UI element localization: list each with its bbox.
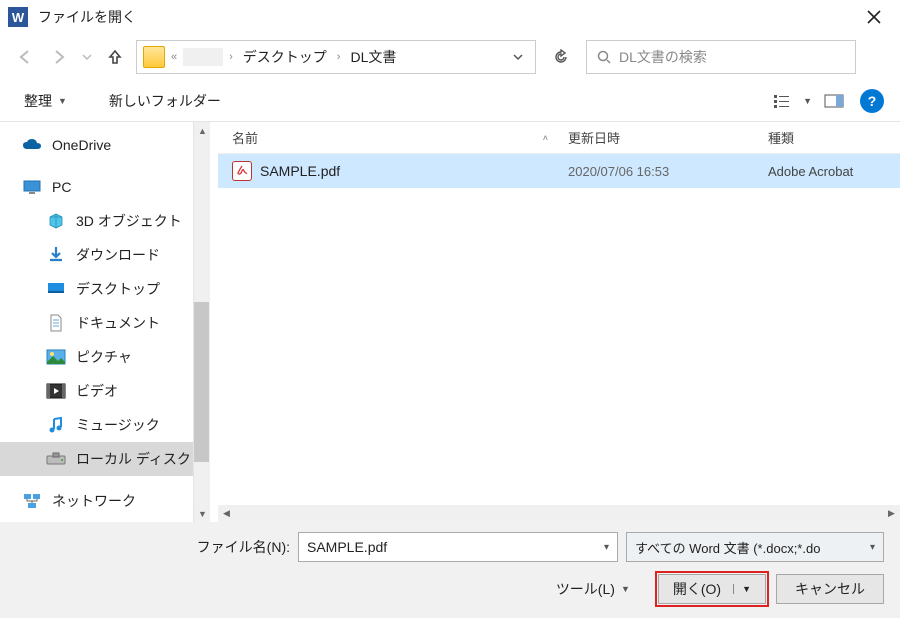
cancel-button[interactable]: キャンセル	[776, 574, 884, 604]
word-app-icon: W	[8, 7, 28, 27]
open-label: 開く(O)	[673, 579, 721, 599]
sidebar-item-label: ネットワーク	[52, 491, 136, 511]
refresh-button[interactable]	[544, 40, 578, 74]
file-name: SAMPLE.pdf	[260, 163, 340, 179]
nav-up-button[interactable]	[102, 44, 128, 70]
horizontal-scrollbar[interactable]: ◀ ▶	[218, 505, 900, 522]
download-icon	[46, 245, 66, 265]
breadcrumb-dropdown[interactable]	[507, 52, 529, 62]
filename-value: SAMPLE.pdf	[307, 539, 387, 555]
help-button[interactable]: ?	[860, 89, 884, 113]
sidebar-item-3d[interactable]: 3D オブジェクト	[0, 204, 210, 238]
scroll-right-icon[interactable]: ▶	[883, 508, 900, 519]
chevron-right-icon: ›	[227, 51, 235, 63]
sidebar-item-pictures[interactable]: ピクチャ	[0, 340, 210, 374]
sidebar-item-label: PC	[52, 179, 71, 195]
sidebar-item-label: ミュージック	[76, 415, 160, 435]
scroll-left-icon[interactable]: ◀	[218, 508, 235, 519]
filetype-value: すべての Word 文書 (*.docx;*.do	[635, 538, 820, 557]
breadcrumb-segment-dl[interactable]: DL文書	[346, 47, 400, 67]
scrollbar-thumb[interactable]	[194, 302, 209, 462]
cancel-label: キャンセル	[795, 579, 865, 599]
column-headers[interactable]: 名前 ˄ 更新日時 種類	[218, 122, 900, 154]
sidebar-item-label: ビデオ	[76, 381, 118, 401]
folder-icon	[143, 46, 165, 68]
breadcrumb[interactable]: « › デスクトップ › DL文書	[136, 40, 536, 74]
column-name[interactable]: 名前 ˄	[218, 128, 568, 147]
document-icon	[46, 313, 66, 333]
search-placeholder: DL文書の検索	[619, 47, 707, 67]
sort-indicator-icon: ˄	[543, 133, 548, 143]
folder-tree: OneDrive PC 3D オブジェクト ダウンロード デスクトップ ドキュメ…	[0, 122, 210, 522]
column-name-label: 名前	[232, 128, 258, 147]
filename-label: ファイル名(N):	[197, 537, 290, 557]
sidebar-item-label: ドキュメント	[76, 313, 160, 333]
nav-back-button[interactable]	[12, 44, 38, 70]
sidebar-item-network[interactable]: ネットワーク	[0, 484, 210, 518]
network-icon	[22, 491, 42, 511]
open-button[interactable]: 開く(O) ▼	[658, 574, 766, 604]
breadcrumb-segment-desktop[interactable]: デスクトップ	[239, 47, 331, 67]
sidebar-item-label: ローカル ディスク (C	[76, 449, 210, 469]
column-type[interactable]: 種類	[758, 128, 900, 147]
column-date[interactable]: 更新日時	[568, 128, 758, 147]
new-folder-button[interactable]: 新しいフォルダー	[101, 87, 229, 115]
chevron-down-icon[interactable]: ▾	[604, 542, 609, 553]
new-folder-label: 新しいフォルダー	[109, 91, 221, 111]
tools-button[interactable]: ツール(L) ▼	[556, 579, 630, 599]
pc-icon	[22, 177, 42, 197]
chevron-right-icon: ›	[335, 51, 343, 63]
file-row[interactable]: SAMPLE.pdf 2020/07/06 16:53 Adobe Acroba…	[218, 154, 900, 188]
search-input[interactable]: DL文書の検索	[586, 40, 856, 74]
sidebar-item-label: ダウンロード	[76, 245, 160, 265]
pdf-icon	[232, 161, 252, 181]
filetype-select[interactable]: すべての Word 文書 (*.docx;*.do ▾	[626, 532, 884, 562]
chevron-down-icon: ▼	[58, 96, 67, 106]
window-title: ファイルを開く	[38, 7, 854, 27]
sidebar-scrollbar[interactable]: ▲ ▼	[193, 122, 210, 522]
sidebar-item-label: OneDrive	[52, 137, 111, 153]
filename-input[interactable]: SAMPLE.pdf ▾	[298, 532, 618, 562]
scroll-up-icon[interactable]: ▲	[194, 122, 210, 139]
organize-button[interactable]: 整理 ▼	[16, 87, 75, 115]
chevron-down-icon: ▼	[803, 96, 812, 106]
tools-label: ツール(L)	[556, 579, 615, 599]
sidebar-item-music[interactable]: ミュージック	[0, 408, 210, 442]
sidebar-item-label: ピクチャ	[76, 347, 132, 367]
video-icon	[46, 381, 66, 401]
sidebar-item-videos[interactable]: ビデオ	[0, 374, 210, 408]
organize-label: 整理	[24, 91, 52, 111]
disk-icon	[46, 449, 66, 469]
breadcrumb-overflow: «	[169, 51, 179, 63]
sidebar-item-pc[interactable]: PC	[0, 170, 210, 204]
sidebar-item-documents[interactable]: ドキュメント	[0, 306, 210, 340]
file-type: Adobe Acrobat	[758, 164, 900, 179]
chevron-down-icon: ▼	[621, 584, 630, 594]
nav-recent-dropdown[interactable]	[80, 44, 94, 70]
pictures-icon	[46, 347, 66, 367]
sidebar-item-label: デスクトップ	[76, 279, 160, 299]
sidebar-item-label: 3D オブジェクト	[76, 211, 182, 231]
sidebar-item-onedrive[interactable]: OneDrive	[0, 128, 210, 162]
nav-forward-button[interactable]	[46, 44, 72, 70]
open-split-dropdown[interactable]: ▼	[733, 584, 751, 594]
scroll-down-icon[interactable]: ▼	[194, 505, 210, 522]
onedrive-icon	[22, 135, 42, 155]
sidebar-item-localdisk[interactable]: ローカル ディスク (C	[0, 442, 210, 476]
breadcrumb-hidden-segment[interactable]	[183, 48, 223, 66]
file-date: 2020/07/06 16:53	[568, 164, 758, 179]
desktop-icon	[46, 279, 66, 299]
search-icon	[597, 50, 611, 64]
close-button[interactable]	[854, 0, 894, 34]
music-icon	[46, 415, 66, 435]
chevron-down-icon: ▾	[870, 542, 875, 553]
sidebar-item-desktop[interactable]: デスクトップ	[0, 272, 210, 306]
view-mode-button[interactable]: ▼	[767, 89, 818, 113]
cube-icon	[46, 211, 66, 231]
sidebar-item-downloads[interactable]: ダウンロード	[0, 238, 210, 272]
preview-pane-button[interactable]	[818, 90, 850, 112]
